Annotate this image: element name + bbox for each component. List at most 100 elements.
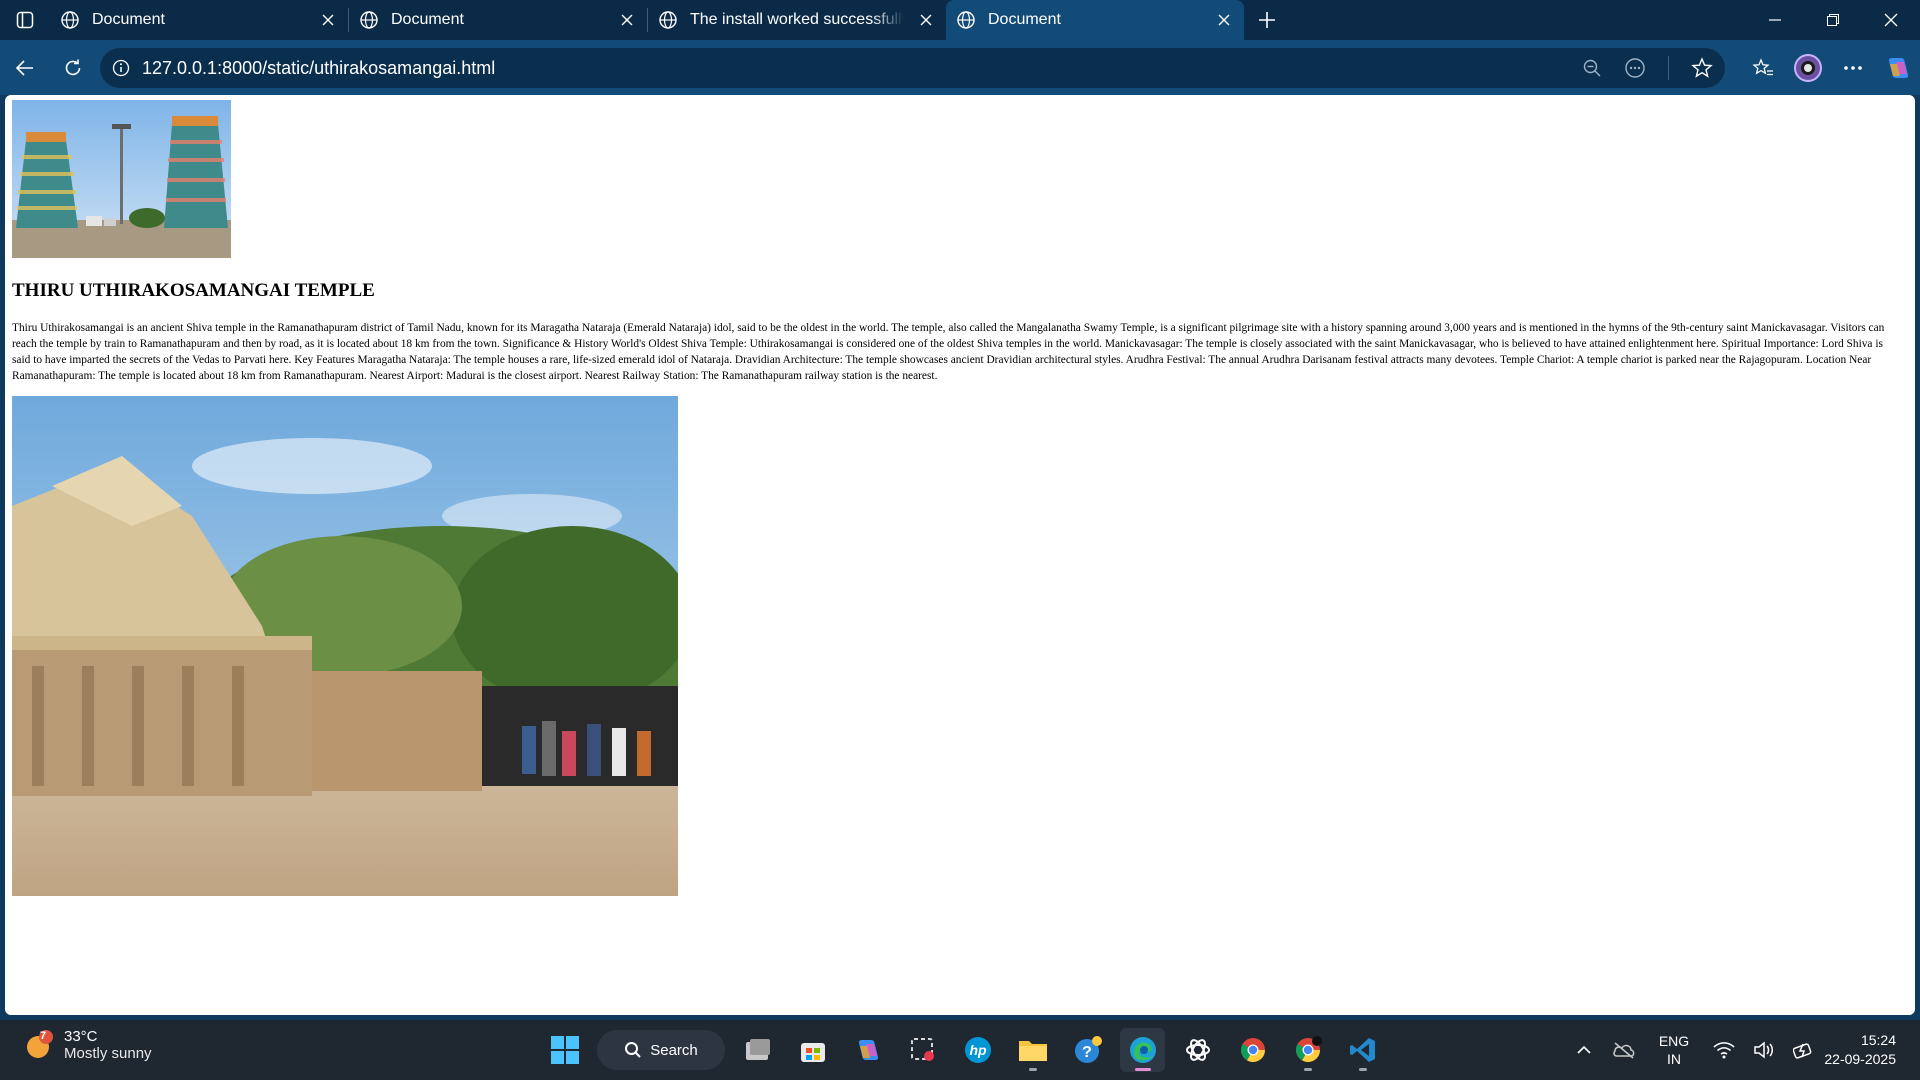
tab-title: Document: [391, 11, 464, 28]
snipping-tool-button[interactable]: [900, 1028, 945, 1072]
wifi-icon: [1713, 1042, 1735, 1059]
copilot-button[interactable]: [1875, 48, 1920, 88]
page-title: THIRU UTHIRAKOSAMANGAI TEMPLE: [12, 280, 375, 301]
svg-text:hp: hp: [969, 1042, 987, 1058]
weather-widget[interactable]: 7 33°C Mostly sunny: [24, 1028, 152, 1062]
restore-icon: [1827, 14, 1839, 26]
new-tab-button[interactable]: [1244, 0, 1290, 40]
volume-icon: [1754, 1041, 1773, 1059]
battery-charging-icon: [1793, 1043, 1812, 1059]
globe-icon: [659, 11, 677, 29]
copilot-icon: [1888, 57, 1908, 78]
close-icon: [1884, 13, 1898, 27]
page-viewport: THIRU UTHIRAKOSAMANGAI TEMPLE Thiru Uthi…: [5, 95, 1915, 1015]
battery-button[interactable]: [1784, 1041, 1824, 1059]
onedrive-button[interactable]: [1604, 1041, 1644, 1059]
edge-icon: [1129, 1037, 1156, 1063]
vscode-icon: [1349, 1038, 1375, 1062]
folder-icon: [1018, 1041, 1047, 1061]
sidebar-icon: [16, 11, 34, 29]
tab-actions-button[interactable]: [0, 0, 50, 40]
copilot-icon: [858, 1040, 878, 1060]
tab-2[interactable]: Document: [349, 0, 647, 40]
search-label: Search: [650, 1041, 698, 1059]
tab-1[interactable]: Document: [50, 0, 348, 40]
clock-time: 15:24: [1860, 1032, 1896, 1048]
weather-text: 33°C Mostly sunny: [64, 1028, 152, 1062]
weather-temp: 33°C: [64, 1028, 98, 1045]
running-indicator: [1358, 1068, 1367, 1071]
edge-browser-button[interactable]: [1120, 1028, 1165, 1072]
running-indicator: [1303, 1068, 1312, 1071]
divider: [1668, 56, 1669, 80]
wifi-button[interactable]: [1704, 1041, 1744, 1059]
chatgpt-button[interactable]: [1175, 1028, 1220, 1072]
reload-icon: [65, 59, 81, 75]
show-hidden-icons-button[interactable]: [1564, 1045, 1604, 1055]
taskbar-apps: Search hp ?: [542, 1028, 1385, 1072]
chevron-up-icon: [1577, 1045, 1591, 1054]
tab-title: The install worked successfully! Co: [690, 11, 904, 28]
url-text[interactable]: 127.0.0.1:8000/static/uthirakosamangai.h…: [142, 58, 495, 79]
taskbar-search[interactable]: Search: [597, 1030, 725, 1070]
get-help-button[interactable]: ?: [1065, 1028, 1110, 1072]
zoom-out-icon[interactable]: [1582, 58, 1602, 78]
temple-description: Thiru Uthirakosamangai is an ancient Shi…: [12, 322, 1885, 382]
search-icon: [625, 1042, 641, 1058]
weather-condition: Mostly sunny: [64, 1045, 152, 1062]
weather-badge: 7: [40, 1030, 47, 1042]
browser-toolbar: 127.0.0.1:8000/static/uthirakosamangai.h…: [0, 40, 1920, 95]
back-button[interactable]: [2, 48, 48, 88]
globe-icon: [61, 11, 79, 29]
chrome-icon: [1240, 1038, 1265, 1063]
close-tab-icon[interactable]: [916, 10, 936, 30]
clock[interactable]: 15:24 22-09-2025: [1824, 1031, 1920, 1069]
tab-title: Document: [988, 11, 1061, 28]
tab-title: Document: [92, 11, 165, 28]
snipping-tool-icon: [910, 1038, 934, 1061]
file-explorer-button[interactable]: [1010, 1028, 1055, 1072]
address-bar[interactable]: 127.0.0.1:8000/static/uthirakosamangai.h…: [100, 48, 1725, 88]
profile-button[interactable]: [1785, 48, 1830, 88]
tab-3[interactable]: The install worked successfully! Co: [648, 0, 946, 40]
volume-button[interactable]: [1744, 1041, 1784, 1059]
language-indicator[interactable]: ENG IN: [1644, 1032, 1704, 1068]
hp-app-button[interactable]: hp: [955, 1028, 1000, 1072]
windows-start-icon: [550, 1036, 579, 1064]
tab-4-active[interactable]: Document: [946, 0, 1244, 40]
close-tab-icon[interactable]: [617, 10, 637, 30]
minimize-icon: [1769, 19, 1781, 21]
restore-button[interactable]: [1804, 0, 1862, 40]
task-view-icon: [745, 1039, 770, 1060]
running-indicator: [1134, 1068, 1151, 1071]
read-aloud-icon[interactable]: [1624, 57, 1646, 79]
reload-button[interactable]: [50, 48, 96, 88]
task-view-button[interactable]: [735, 1028, 780, 1072]
close-tab-icon[interactable]: [1214, 10, 1234, 30]
cloud-offline-icon: [1613, 1042, 1635, 1059]
site-info-icon[interactable]: [112, 59, 130, 77]
back-arrow-icon: [15, 59, 33, 76]
start-button[interactable]: [542, 1028, 587, 1072]
vscode-button[interactable]: [1340, 1028, 1385, 1072]
address-bar-actions: [1582, 48, 1713, 88]
clock-date: 22-09-2025: [1824, 1051, 1896, 1067]
tab-strip: Document Document The install worked suc…: [0, 0, 1920, 40]
minimize-button[interactable]: [1746, 0, 1804, 40]
favorite-star-icon[interactable]: [1691, 57, 1713, 79]
temple-vimana-image: [12, 396, 678, 896]
taskbar: 7 33°C Mostly sunny Search hp ? ENG IN 1…: [0, 1020, 1920, 1080]
settings-more-button[interactable]: [1830, 48, 1875, 88]
close-window-button[interactable]: [1862, 0, 1920, 40]
globe-icon: [957, 11, 975, 29]
running-indicator: [1028, 1068, 1037, 1071]
microsoft-store-button[interactable]: [790, 1028, 835, 1072]
chrome-profile-button[interactable]: [1285, 1028, 1330, 1072]
lang-line-2: IN: [1667, 1051, 1681, 1067]
globe-icon: [360, 11, 378, 29]
close-tab-icon[interactable]: [318, 10, 338, 30]
lang-line-1: ENG: [1658, 1033, 1690, 1049]
chrome-button[interactable]: [1230, 1028, 1275, 1072]
copilot-app-button[interactable]: [845, 1028, 890, 1072]
favorites-button[interactable]: [1740, 48, 1785, 88]
